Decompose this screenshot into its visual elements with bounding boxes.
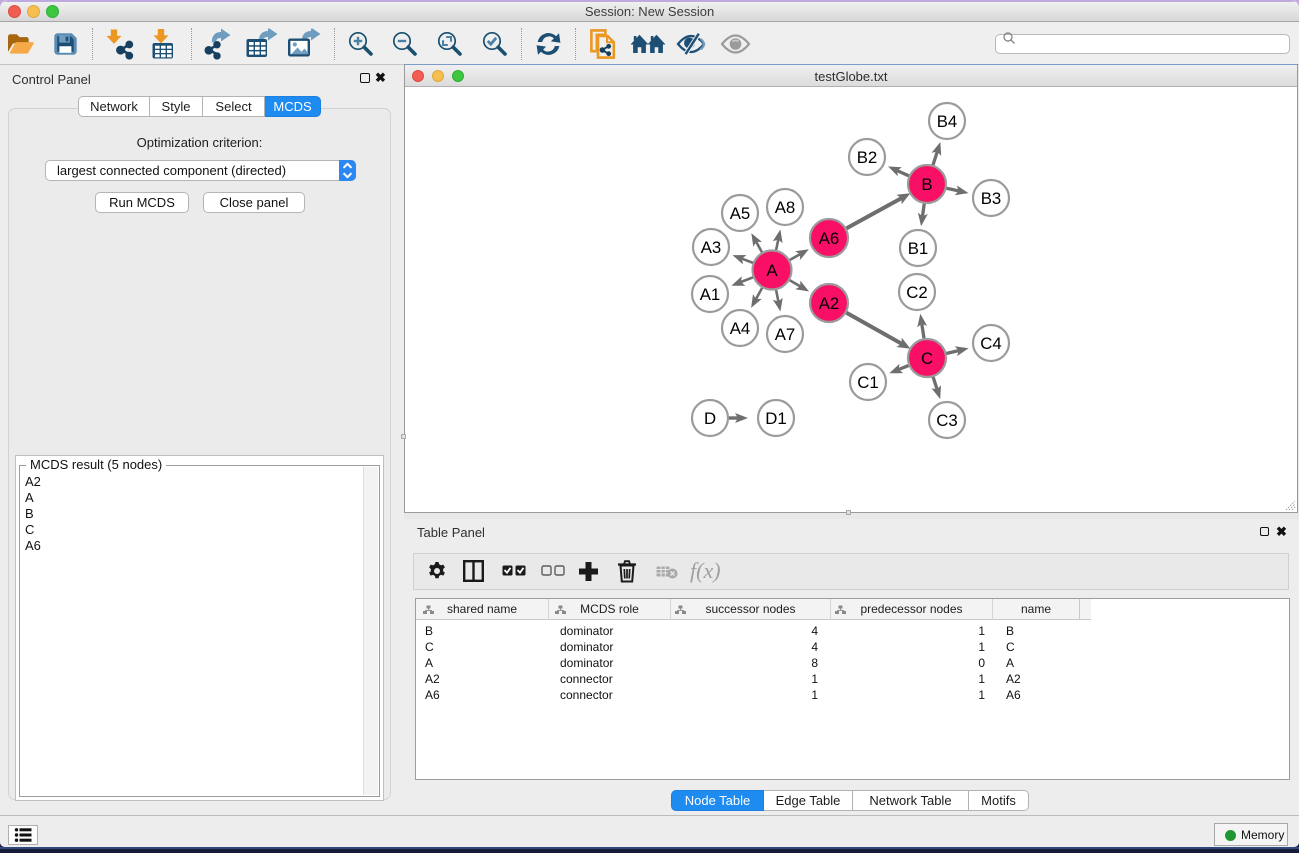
svg-text:C3: C3 — [936, 411, 957, 430]
svg-text:C1: C1 — [857, 373, 878, 392]
svg-text:B2: B2 — [857, 148, 878, 167]
svg-text:A5: A5 — [730, 204, 751, 223]
svg-text:A8: A8 — [775, 198, 796, 217]
svg-text:C4: C4 — [980, 334, 1001, 353]
svg-text:B: B — [921, 175, 932, 194]
svg-text:B3: B3 — [981, 189, 1002, 208]
svg-text:A3: A3 — [701, 238, 722, 257]
svg-text:C: C — [921, 349, 933, 368]
svg-text:B1: B1 — [908, 239, 929, 258]
svg-text:A1: A1 — [700, 285, 721, 304]
svg-text:A2: A2 — [819, 294, 840, 313]
svg-text:A7: A7 — [775, 325, 796, 344]
svg-text:C2: C2 — [906, 283, 927, 302]
svg-text:A4: A4 — [730, 319, 751, 338]
svg-text:D: D — [704, 409, 716, 428]
svg-text:A: A — [766, 261, 778, 280]
svg-text:D1: D1 — [765, 409, 786, 428]
svg-text:A6: A6 — [819, 229, 840, 248]
svg-text:B4: B4 — [937, 112, 958, 131]
